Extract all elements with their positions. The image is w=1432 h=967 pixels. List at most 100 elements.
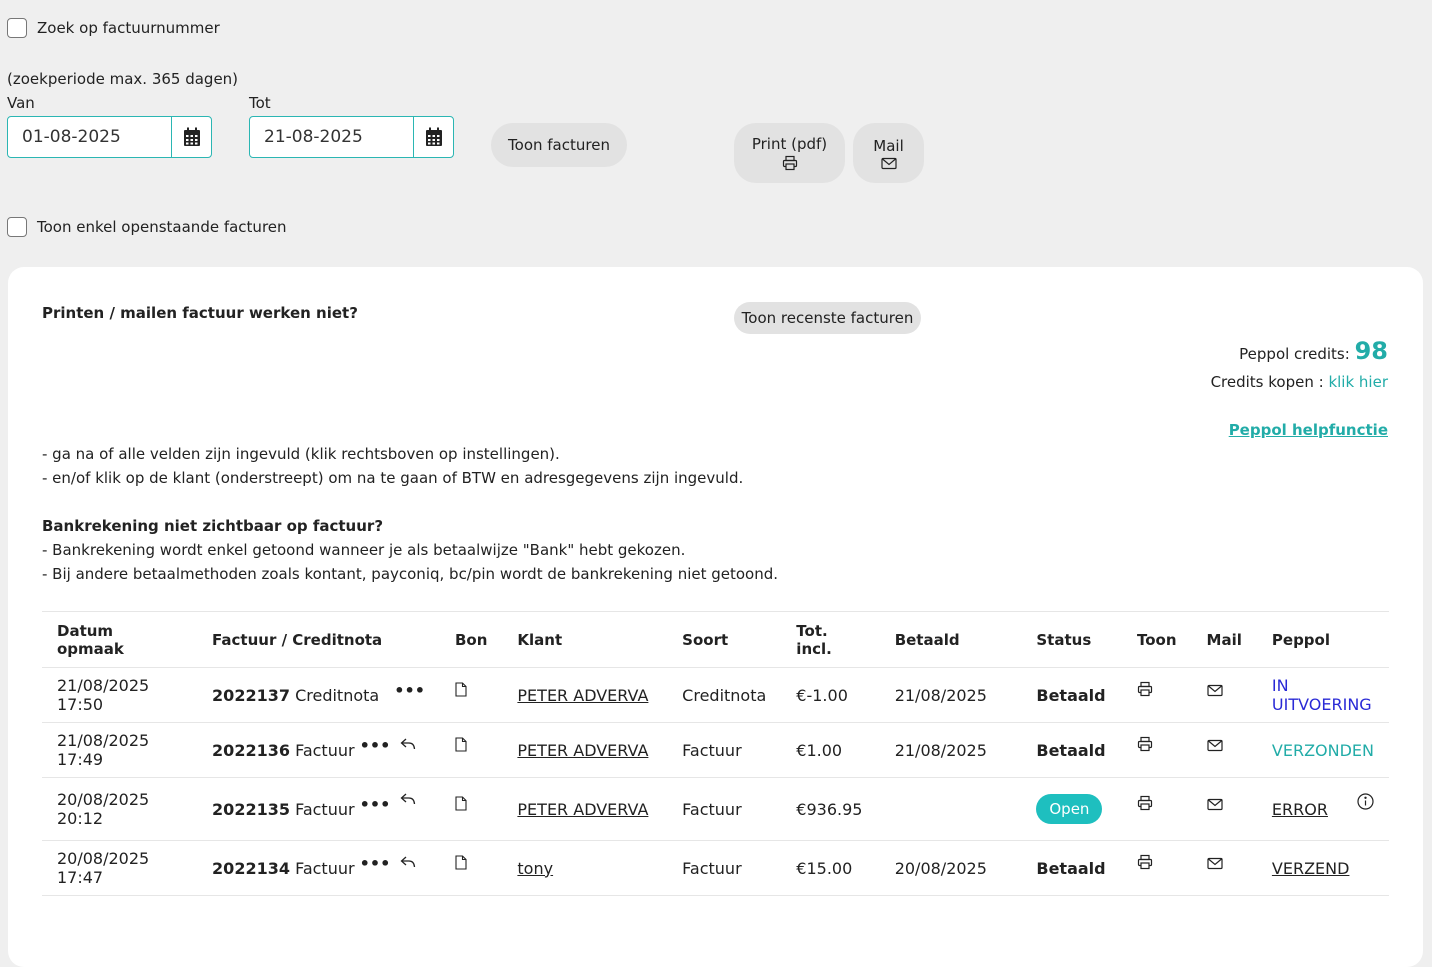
- envelope-icon[interactable]: [1206, 857, 1223, 870]
- col-status-header[interactable]: Status: [1021, 611, 1122, 668]
- table-row: 20/08/2025 17:47 2022134 Factuur ••• ton…: [42, 840, 1389, 896]
- recent-invoices-button[interactable]: Toon recenste facturen: [734, 302, 921, 334]
- invoice-doc-type: Factuur: [295, 858, 355, 878]
- cell-status: Betaald: [1021, 840, 1122, 896]
- envelope-icon[interactable]: [1206, 798, 1223, 811]
- open-only-row: Toon enkel openstaande facturen: [7, 217, 287, 237]
- help-title: Printen / mailen factuur werken niet?: [42, 304, 358, 322]
- cell-show: [1121, 840, 1192, 896]
- print-pdf-button[interactable]: Print (pdf): [734, 123, 845, 183]
- peppol-status[interactable]: ERROR: [1272, 800, 1328, 819]
- to-label: Tot: [249, 94, 271, 112]
- file-icon[interactable]: [455, 681, 467, 697]
- client-link[interactable]: PETER ADVERVA: [517, 741, 648, 760]
- col-paid-header[interactable]: Betaald: [879, 611, 1022, 668]
- info-icon[interactable]: [1357, 793, 1374, 810]
- help-text: - ga na of alle velden zijn ingevuld (kl…: [42, 442, 778, 586]
- calendar-icon[interactable]: [171, 117, 211, 157]
- from-date-input[interactable]: 01-08-2025: [8, 117, 171, 157]
- cell-date: 20/08/2025 17:47: [42, 840, 198, 896]
- credits-buy: Credits kopen : klik hier: [1211, 373, 1388, 391]
- col-invoice-header[interactable]: Factuur / Creditnota: [197, 611, 440, 668]
- cell-kind: Factuur: [667, 840, 782, 896]
- cell-paid: 21/08/2025: [879, 722, 1022, 778]
- envelope-icon[interactable]: [1206, 684, 1223, 697]
- status-text: Betaald: [1036, 740, 1106, 760]
- file-icon[interactable]: [455, 736, 467, 752]
- printer-icon[interactable]: [1137, 736, 1153, 752]
- cell-show: [1121, 667, 1192, 723]
- cell-paid: [879, 777, 1022, 841]
- cell-client: tony: [502, 840, 668, 896]
- peppol-status[interactable]: VERZEND: [1272, 859, 1350, 878]
- more-icon[interactable]: •••: [360, 854, 391, 873]
- cell-mail: [1191, 777, 1257, 841]
- invoice-doc-type: Factuur: [295, 799, 355, 819]
- peppol-credits-label: Peppol credits:: [1239, 345, 1350, 363]
- calendar-icon[interactable]: [413, 117, 453, 157]
- cell-invoice: 2022136 Factuur •••: [197, 722, 440, 778]
- client-link[interactable]: PETER ADVERVA: [517, 686, 648, 705]
- envelope-icon: [880, 157, 897, 170]
- cell-status: Betaald: [1021, 722, 1122, 778]
- search-by-invoice-checkbox[interactable]: [7, 18, 27, 38]
- col-bon-header: Bon: [439, 611, 503, 668]
- col-kind-header[interactable]: Soort: [667, 611, 782, 668]
- peppol-status: IN UITVOERING: [1271, 676, 1372, 714]
- search-by-invoice-label: Zoek op factuurnummer: [37, 19, 220, 37]
- more-icon[interactable]: •••: [360, 795, 391, 814]
- envelope-icon[interactable]: [1206, 739, 1223, 752]
- reply-icon[interactable]: [400, 792, 416, 805]
- bank-title: Bankrekening niet zichtbaar op factuur?: [42, 517, 384, 535]
- cell-status: Open: [1021, 777, 1122, 841]
- print-pdf-label: Print (pdf): [751, 135, 828, 153]
- cell-date: 20/08/2025 20:12: [42, 777, 198, 841]
- show-invoices-button[interactable]: Toon facturen: [491, 123, 627, 167]
- cell-total: €15.00: [781, 840, 880, 896]
- cell-show: [1121, 777, 1192, 841]
- client-link[interactable]: tony: [517, 859, 553, 878]
- peppol-status: VERZONDEN: [1271, 740, 1374, 760]
- recent-invoices-label: Toon recenste facturen: [741, 309, 914, 327]
- printer-icon[interactable]: [1137, 681, 1153, 697]
- more-icon[interactable]: •••: [360, 736, 391, 755]
- client-link[interactable]: PETER ADVERVA: [517, 800, 648, 819]
- file-icon[interactable]: [455, 854, 467, 870]
- printer-icon[interactable]: [1137, 795, 1153, 811]
- invoice-number: 2022134: [212, 858, 290, 878]
- cell-invoice: 2022137 Creditnota •••: [197, 667, 440, 723]
- reply-icon[interactable]: [400, 737, 416, 750]
- bank-line: - Bankrekening wordt enkel getoond wanne…: [42, 541, 686, 559]
- cell-total: €1.00: [781, 722, 880, 778]
- open-only-label: Toon enkel openstaande facturen: [37, 218, 287, 236]
- cell-mail: [1191, 722, 1257, 778]
- cell-peppol: IN UITVOERING: [1256, 667, 1389, 723]
- table-row: 21/08/2025 17:49 2022136 Factuur ••• PET…: [42, 722, 1389, 778]
- cell-peppol: ERROR: [1256, 777, 1389, 841]
- cell-paid: 20/08/2025: [879, 840, 1022, 896]
- to-date-input[interactable]: 21-08-2025: [250, 117, 413, 157]
- cell-total: €936.95: [781, 777, 880, 841]
- to-date-group: 21-08-2025: [249, 116, 454, 158]
- col-show-header: Toon: [1121, 611, 1192, 668]
- credits-buy-link[interactable]: klik hier: [1328, 373, 1388, 391]
- cell-invoice: 2022135 Factuur •••: [197, 777, 440, 841]
- cell-kind: Factuur: [667, 777, 782, 841]
- peppol-help-link[interactable]: Peppol helpfunctie: [1229, 421, 1388, 439]
- file-icon[interactable]: [455, 795, 467, 811]
- printer-icon[interactable]: [1137, 854, 1153, 870]
- reply-icon[interactable]: [400, 855, 416, 868]
- col-client-header[interactable]: Klant: [502, 611, 668, 668]
- cell-bon: [439, 667, 503, 723]
- mail-button[interactable]: Mail: [853, 123, 924, 183]
- more-icon[interactable]: •••: [394, 681, 425, 700]
- help-line: - en/of klik op de klant (onderstreept) …: [42, 469, 744, 487]
- open-only-checkbox[interactable]: [7, 217, 27, 237]
- invoice-doc-type: Creditnota: [295, 685, 380, 705]
- from-label: Van: [7, 94, 35, 112]
- status-badge[interactable]: Open: [1036, 794, 1103, 824]
- col-total-header[interactable]: Tot. incl.: [781, 611, 880, 668]
- col-date-header[interactable]: Datum opmaak: [42, 611, 198, 668]
- cell-show: [1121, 722, 1192, 778]
- search-by-invoice-row: Zoek op factuurnummer: [7, 18, 220, 38]
